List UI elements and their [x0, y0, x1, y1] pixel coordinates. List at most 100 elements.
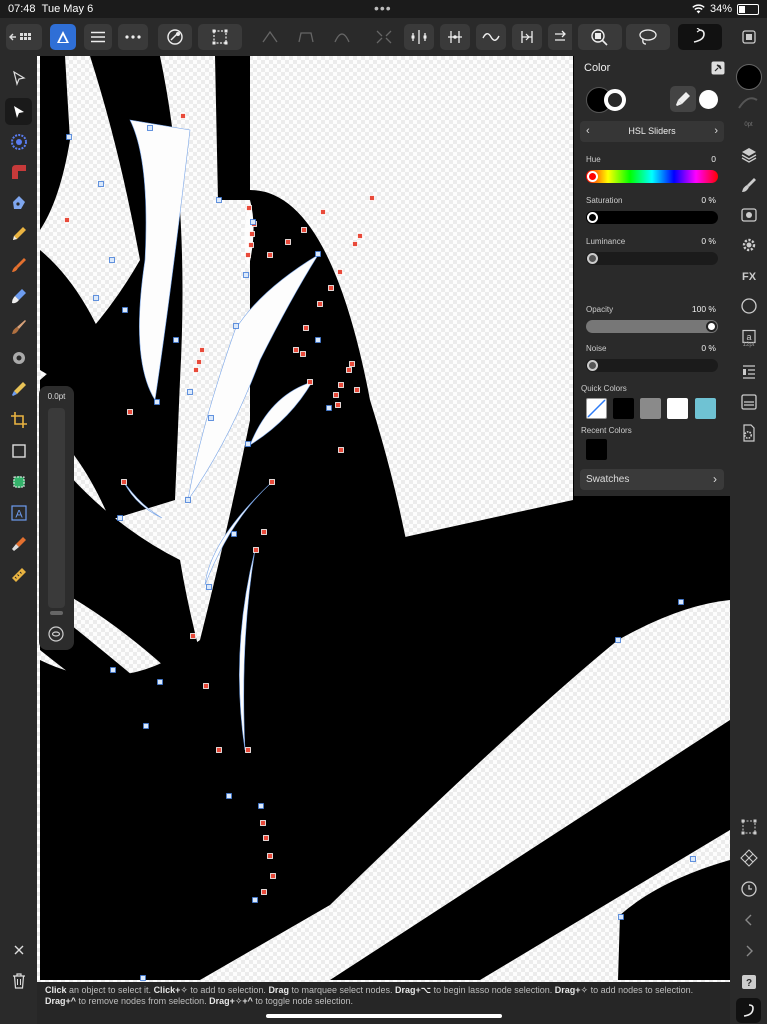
node-selection-mode-button[interactable]	[578, 24, 622, 50]
transparency-tool[interactable]	[5, 375, 32, 402]
curve-node[interactable]	[187, 389, 193, 395]
recent-color-black[interactable]	[586, 439, 607, 460]
symbols-button[interactable]	[736, 232, 761, 257]
curve-node[interactable]	[346, 367, 352, 373]
curve-node[interactable]	[618, 914, 624, 920]
curve-node[interactable]	[190, 633, 196, 639]
stroke-width-handle[interactable]	[50, 611, 63, 615]
node-tool[interactable]	[5, 98, 32, 125]
pen-tool[interactable]	[5, 189, 32, 216]
distribute-nodes-button[interactable]	[440, 24, 470, 50]
contour-tool[interactable]	[5, 128, 32, 155]
curve-node[interactable]	[261, 529, 267, 535]
curve-node[interactable]	[180, 113, 186, 119]
curve-node[interactable]	[245, 252, 251, 258]
curve-node[interactable]	[269, 479, 275, 485]
break-curve-button[interactable]	[370, 24, 398, 50]
transform-button[interactable]	[736, 814, 761, 839]
effects-button[interactable]: FX	[736, 262, 761, 287]
curve-node[interactable]	[249, 231, 255, 237]
luminance-slider[interactable]	[586, 252, 718, 265]
curve-node[interactable]	[110, 667, 116, 673]
curve-node[interactable]	[246, 205, 252, 211]
curve-node[interactable]	[248, 242, 254, 248]
color-picker-tool[interactable]	[5, 530, 32, 557]
move-tool[interactable]	[5, 64, 32, 91]
swatches-button[interactable]: Swatches ›	[580, 469, 724, 490]
lasso-select-button[interactable]	[626, 24, 670, 50]
curve-node[interactable]	[315, 251, 321, 257]
curve-node[interactable]	[678, 599, 684, 605]
modifier-wheel-button[interactable]	[736, 998, 761, 1023]
saturation-slider-thumb[interactable]	[587, 212, 598, 223]
stock-button[interactable]	[736, 389, 761, 414]
curve-node[interactable]	[147, 125, 153, 131]
curve-node[interactable]	[253, 547, 259, 553]
curve-node[interactable]	[98, 181, 104, 187]
curve-node[interactable]	[185, 497, 191, 503]
navigator-button[interactable]	[736, 293, 761, 318]
saturation-slider[interactable]	[586, 211, 718, 224]
pin-panel-icon[interactable]	[711, 61, 725, 75]
hand-tool-options-button[interactable]	[678, 24, 722, 50]
back-to-documents-button[interactable]	[6, 24, 42, 50]
curve-node[interactable]	[326, 405, 332, 411]
curve-node[interactable]	[352, 241, 358, 247]
pressure-toggle-icon[interactable]	[47, 625, 65, 643]
curve-node[interactable]	[117, 515, 123, 521]
crop-tool[interactable]	[5, 406, 32, 433]
appearance-button[interactable]	[736, 202, 761, 227]
multitasking-dots-icon[interactable]: •••	[374, 0, 392, 16]
curve-node[interactable]	[333, 392, 339, 398]
curve-node[interactable]	[109, 257, 115, 263]
curve-node[interactable]	[121, 479, 127, 485]
delete-button[interactable]	[5, 967, 32, 994]
quick-color-gray[interactable]	[640, 398, 661, 419]
symbol-tool[interactable]	[5, 468, 32, 495]
snapping-button[interactable]	[158, 24, 192, 50]
stroke-width-slider[interactable]	[48, 408, 65, 608]
curve-node[interactable]	[245, 441, 251, 447]
convert-to-curve-button[interactable]	[476, 24, 506, 50]
corner-tool[interactable]	[5, 158, 32, 185]
curve-node[interactable]	[206, 584, 212, 590]
artistic-text-tool[interactable]: A	[5, 499, 32, 526]
curve-node[interactable]	[157, 679, 163, 685]
stroke-style-icon[interactable]	[737, 96, 759, 110]
curve-node[interactable]	[226, 793, 232, 799]
curve-node[interactable]	[303, 325, 309, 331]
curve-node[interactable]	[154, 399, 160, 405]
curve-node[interactable]	[267, 853, 273, 859]
app-persona-button[interactable]	[50, 24, 76, 50]
redo-button[interactable]	[736, 938, 761, 963]
curve-node[interactable]	[252, 897, 258, 903]
curve-node[interactable]	[261, 889, 267, 895]
curve-node[interactable]	[293, 347, 299, 353]
curve-node[interactable]	[335, 402, 341, 408]
curve-node[interactable]	[127, 409, 133, 415]
curve-node[interactable]	[267, 252, 273, 258]
curve-node[interactable]	[258, 803, 264, 809]
document-menu-button[interactable]	[84, 24, 112, 50]
curve-node[interactable]	[615, 637, 621, 643]
current-color-swatch[interactable]	[699, 90, 718, 109]
quick-color-none[interactable]	[586, 398, 607, 419]
curve-node[interactable]	[66, 134, 72, 140]
vector-brush-tool[interactable]	[5, 251, 32, 278]
curve-node[interactable]	[196, 359, 202, 365]
curve-node[interactable]	[122, 307, 128, 313]
quick-color-white[interactable]	[667, 398, 688, 419]
join-curves-button[interactable]	[512, 24, 542, 50]
hue-slider-thumb[interactable]	[587, 171, 598, 182]
align-nodes-button[interactable]	[404, 24, 434, 50]
more-button[interactable]	[118, 24, 148, 50]
layers-button[interactable]	[736, 142, 761, 167]
fill-tool[interactable]	[5, 282, 32, 309]
paragraph-button[interactable]	[736, 358, 761, 383]
curve-node[interactable]	[337, 269, 343, 275]
opacity-slider[interactable]	[586, 320, 718, 333]
curve-node[interactable]	[216, 197, 222, 203]
quick-color-teal[interactable]	[695, 398, 716, 419]
curve-node[interactable]	[64, 217, 70, 223]
curve-node[interactable]	[317, 301, 323, 307]
